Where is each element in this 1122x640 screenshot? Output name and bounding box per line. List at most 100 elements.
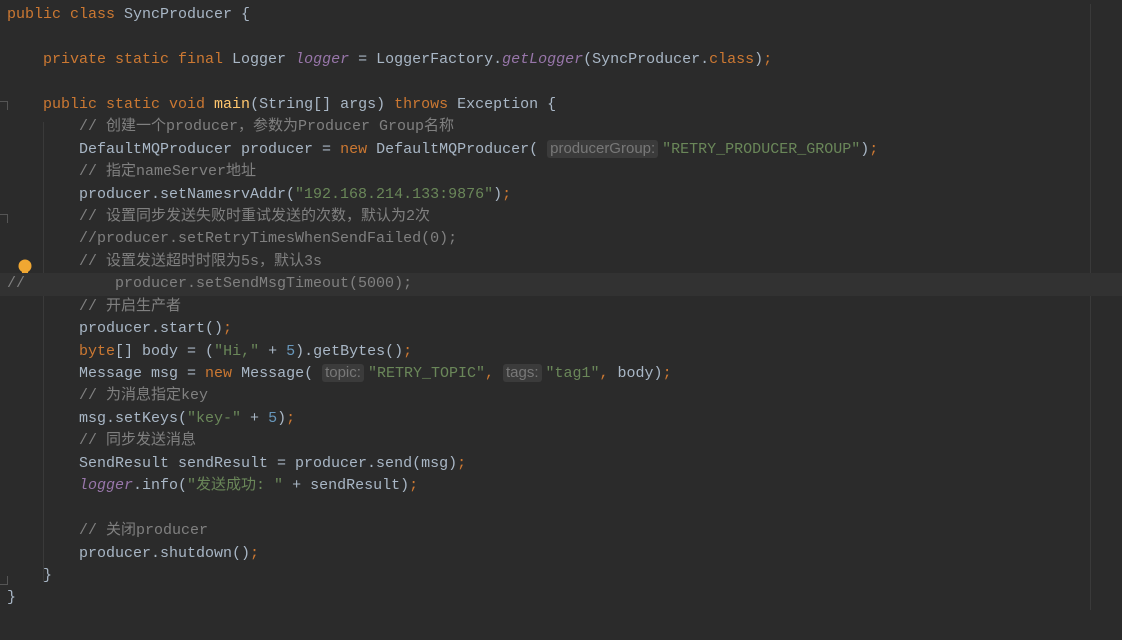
code-token: ;	[286, 409, 296, 427]
code-line[interactable]: }	[0, 587, 1122, 609]
code-token: new	[205, 365, 242, 382]
code-token: throws	[394, 95, 458, 113]
code-token: [] body = (	[115, 342, 215, 360]
code-line[interactable]: byte[] body = ("Hi," + 5).getBytes();	[0, 341, 1122, 363]
code-token: producer.start()	[7, 320, 224, 338]
parameter-hint: producerGroup:	[547, 139, 659, 158]
code-token: producer.setNamesrvAddr(	[7, 185, 296, 203]
code-token: ,	[484, 365, 503, 382]
code-line[interactable]: // 创建一个producer，参数为Producer Group名称	[0, 116, 1122, 138]
code-token: new	[340, 140, 377, 158]
code-line[interactable]: //producer.setRetryTimesWhenSendFailed(0…	[0, 228, 1122, 250]
code-token: .info(	[133, 477, 188, 495]
code-token: // 指定nameServer地址	[7, 163, 257, 181]
code-token: "key-"	[187, 409, 242, 427]
code-token: ;	[662, 365, 672, 382]
code-token: )	[754, 50, 764, 68]
code-line[interactable]: producer.start();	[0, 318, 1122, 340]
code-line[interactable]: producer.shutdown();	[0, 543, 1122, 565]
code-line[interactable]: Message msg = new Message( topic: "RETRY_…	[0, 363, 1122, 385]
code-line[interactable]: logger.info("发送成功: " + sendResult);	[0, 475, 1122, 497]
code-token: main	[214, 95, 251, 113]
code-token: ;	[403, 342, 413, 360]
code-line[interactable]	[0, 498, 1122, 520]
code-line[interactable]: public static void main(String[] args) t…	[0, 94, 1122, 116]
code-line[interactable]: public class SyncProducer {	[0, 4, 1122, 26]
code-token: getLogger	[502, 50, 584, 68]
code-token: //producer.setRetryTimesWhenSendFailed(0…	[7, 230, 458, 248]
code-token: ;	[409, 477, 419, 495]
code-line[interactable]: // 设置发送超时时限为5s，默认3s	[0, 251, 1122, 273]
code-token: Exception {	[457, 95, 557, 113]
code-token: 5	[286, 342, 296, 360]
code-token: DefaultMQProducer producer =	[7, 140, 341, 158]
parameter-hint: tags:	[502, 364, 542, 382]
code-token: Logger	[232, 50, 296, 68]
code-token: SyncProducer {	[124, 6, 251, 23]
code-line[interactable]: // producer.setSendMsgTimeout(5000);	[0, 273, 1122, 296]
code-token: // producer.setSendMsgTimeout(5000);	[7, 275, 413, 293]
parameter-hint: topic:	[322, 364, 364, 382]
code-token: "Hi,"	[214, 342, 260, 360]
code-token: }	[7, 566, 53, 584]
code-token: DefaultMQProducer(	[376, 140, 548, 158]
code-token: // 同步发送消息	[7, 432, 197, 450]
code-token: producer.shutdown()	[7, 544, 251, 562]
code-token: = LoggerFactory.	[349, 50, 503, 68]
code-token: ;	[457, 454, 467, 472]
code-token: "发送成功: "	[187, 477, 284, 495]
code-token: // 关闭producer	[7, 522, 209, 540]
code-token: ).getBytes()	[295, 342, 404, 360]
code-token: SendResult sendResult = producer.send(ms…	[7, 454, 458, 472]
code-line[interactable]: }	[0, 565, 1122, 587]
code-token: // 开启生产者	[7, 297, 182, 315]
code-token: public static void	[43, 95, 215, 113]
code-token: (String[] args)	[250, 95, 395, 113]
code-token: ;	[763, 50, 773, 68]
code-line[interactable]: // 开启生产者	[0, 296, 1122, 318]
code-line[interactable]: // 为消息指定key	[0, 385, 1122, 407]
code-token: body)	[617, 365, 663, 382]
code-line[interactable]: // 设置同步发送失败时重试发送的次数，默认为2次	[0, 206, 1122, 228]
code-line[interactable]: producer.setNamesrvAddr("192.168.214.133…	[0, 184, 1122, 206]
code-token: 5	[268, 409, 278, 427]
code-token: // 设置发送超时时限为5s，默认3s	[7, 252, 323, 270]
code-token: (SyncProducer.	[583, 50, 710, 68]
code-token: ;	[250, 544, 260, 562]
code-line[interactable]: // 关闭producer	[0, 520, 1122, 542]
code-line[interactable]	[0, 71, 1122, 93]
code-token: "tag1"	[545, 365, 600, 382]
code-token: +	[241, 409, 269, 427]
code-token: )	[493, 185, 503, 203]
code-line[interactable]: private static final Logger logger = Log…	[0, 49, 1122, 71]
code-line[interactable]: msg.setKeys("key-" + 5);	[0, 408, 1122, 430]
code-token: "RETRY_PRODUCER_GROUP"	[662, 140, 861, 158]
code-token: ,	[599, 365, 618, 382]
code-token: logger	[79, 477, 134, 495]
code-token: class	[709, 50, 755, 68]
code-token: public class	[7, 6, 125, 23]
code-line[interactable]: SendResult sendResult = producer.send(ms…	[0, 453, 1122, 475]
code-editor[interactable]: public class SyncProducer { private stat…	[0, 4, 1122, 610]
code-token: // 创建一个producer，参数为Producer Group名称	[7, 118, 455, 136]
code-token: // 为消息指定key	[7, 387, 209, 405]
code-token: ;	[502, 185, 512, 203]
code-token: )	[860, 140, 870, 158]
code-line[interactable]: // 同步发送消息	[0, 430, 1122, 452]
code-line[interactable]: // 指定nameServer地址	[0, 161, 1122, 183]
code-token: msg.setKeys(	[7, 409, 188, 427]
code-token: + sendResult)	[283, 477, 410, 495]
code-token: logger	[295, 50, 350, 68]
code-token: byte	[79, 342, 116, 360]
code-token: )	[277, 409, 287, 427]
code-line[interactable]	[0, 26, 1122, 48]
code-line[interactable]: DefaultMQProducer producer = new Default…	[0, 139, 1122, 161]
code-token: "192.168.214.133:9876"	[295, 185, 494, 203]
code-token: private static final	[43, 50, 233, 68]
code-token: }	[7, 589, 17, 607]
code-token: Message msg =	[7, 365, 206, 382]
